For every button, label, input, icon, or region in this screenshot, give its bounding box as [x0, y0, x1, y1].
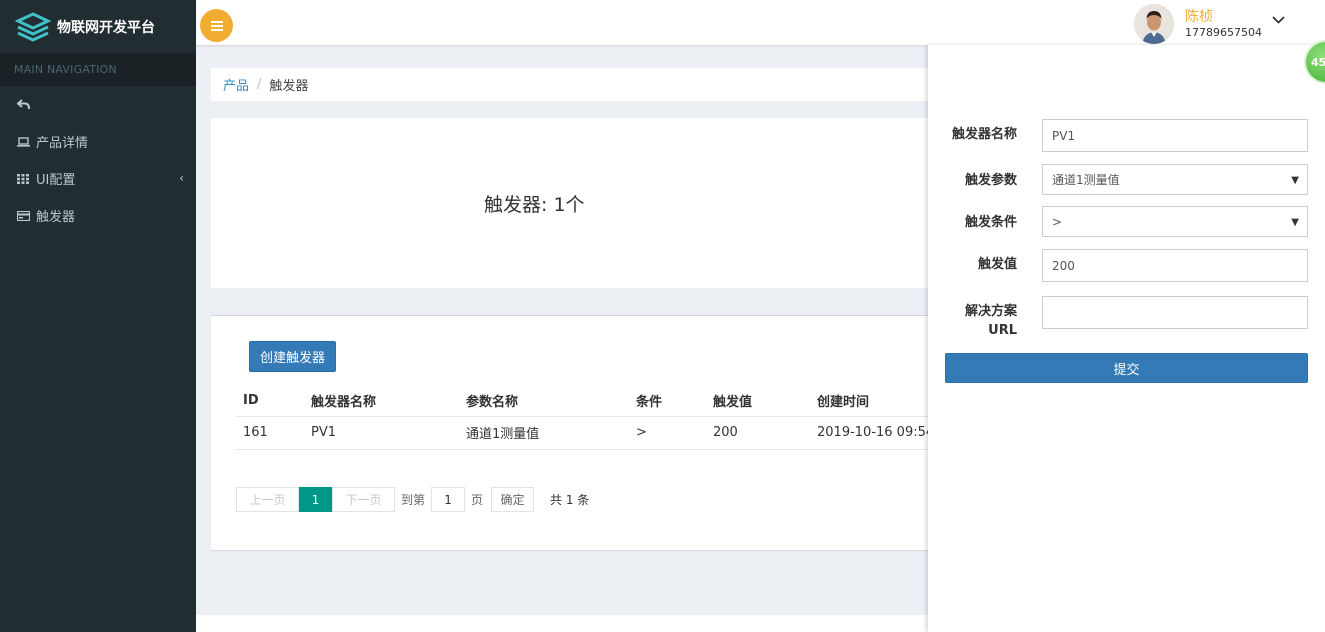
- cell-condition: >: [629, 416, 706, 450]
- cell-name: PV1: [304, 416, 459, 450]
- sidebar-item-label: UI配置: [36, 173, 76, 188]
- table-header-row: ID 触发器名称 参数名称 条件 触发值 创建时间: [236, 386, 941, 417]
- grid-icon: [16, 173, 30, 184]
- column-header: 参数名称: [459, 386, 629, 417]
- user-phone: 17789657504: [1185, 26, 1262, 39]
- next-page-button[interactable]: 下一页: [332, 487, 395, 512]
- footer: [196, 615, 928, 632]
- column-header: 触发值: [706, 386, 810, 417]
- layers-logo-icon: [15, 11, 51, 42]
- page-1-button[interactable]: 1: [299, 487, 332, 512]
- column-header: ID: [236, 386, 304, 417]
- solution-url-input[interactable]: [1042, 296, 1308, 329]
- trigger-count: 触发器: 1个: [484, 194, 585, 216]
- trigger-condition-label: 触发条件: [964, 215, 1017, 230]
- sidebar-item-label: 产品详情: [36, 136, 89, 151]
- breadcrumb-link-product[interactable]: 产品: [223, 75, 249, 94]
- trigger-name-input[interactable]: PV1: [1042, 119, 1308, 152]
- selected-value: >: [1052, 214, 1063, 229]
- user-name: 陈桢: [1185, 9, 1213, 25]
- solution-url-label-line1: 解决方案: [964, 304, 1017, 319]
- dropdown-caret-icon: ▼: [1291, 175, 1299, 186]
- prev-page-button[interactable]: 上一页: [236, 487, 299, 512]
- column-header: 条件: [629, 386, 706, 417]
- column-header: 触发器名称: [304, 386, 459, 417]
- sidebar: 物联网开发平台 MAIN NAVIGATION 产品详情 UI配置 ‹ 触发器: [0, 0, 196, 632]
- cell-id: 161: [236, 416, 304, 450]
- cell-created: 2019-10-16 09:54: [810, 416, 941, 450]
- card-icon: [16, 210, 30, 221]
- solution-url-label-line2: URL: [988, 323, 1017, 338]
- dropdown-caret-icon: ▼: [1291, 217, 1299, 228]
- submit-button[interactable]: 提交: [945, 353, 1308, 383]
- trigger-param-select[interactable]: 通道1测量值 ▼: [1042, 164, 1308, 195]
- sidebar-item-ui-config[interactable]: UI配置 ‹: [0, 160, 196, 197]
- trigger-list-panel: 创建触发器 ID 触发器名称 参数名称 条件 触发值 创建时间 161 PV1 …: [211, 315, 941, 550]
- cell-param: 通道1测量值: [459, 416, 629, 450]
- goto-suffix: 页: [471, 493, 484, 507]
- cell-value: 200: [706, 416, 810, 450]
- trigger-form-panel: 触发器名称 PV1 触发参数 通道1测量值 ▼ 触发条件 > ▼ 触发值 200…: [928, 45, 1325, 632]
- logo[interactable]: 物联网开发平台: [0, 0, 196, 53]
- trigger-count-panel: 触发器: 1个: [211, 118, 941, 288]
- chevron-down-icon[interactable]: [1272, 16, 1285, 24]
- trigger-value-input[interactable]: 200: [1042, 249, 1308, 282]
- column-header: 创建时间: [810, 386, 941, 417]
- trigger-value-label: 触发值: [977, 257, 1017, 272]
- sidebar-item-product-detail[interactable]: 产品详情: [0, 123, 196, 160]
- total-count: 共 1 条: [550, 493, 590, 507]
- create-trigger-button[interactable]: 创建触发器: [249, 341, 336, 372]
- hamburger-icon: [210, 20, 223, 31]
- breadcrumb-current: 触发器: [269, 79, 309, 94]
- table-row[interactable]: 161 PV1 通道1测量值 > 200 2019-10-16 09:54: [236, 416, 941, 450]
- goto-page-input[interactable]: 1: [431, 487, 466, 512]
- solution-url-label: 解决方案 URL: [937, 302, 1017, 340]
- selected-value: 通道1测量值: [1052, 173, 1120, 187]
- goto-confirm-button[interactable]: 确定: [491, 487, 535, 512]
- menu-toggle-button[interactable]: [200, 9, 233, 42]
- trigger-name-label: 触发器名称: [951, 127, 1017, 142]
- breadcrumb: 产品 / 触发器: [211, 68, 941, 101]
- laptop-icon: [16, 136, 30, 147]
- app-title: 物联网开发平台: [57, 19, 155, 36]
- goto-prefix: 到第: [401, 493, 426, 507]
- back-arrow-icon: [16, 99, 30, 110]
- avatar: [1134, 4, 1174, 44]
- sidebar-item-back[interactable]: [0, 86, 196, 123]
- trigger-table: ID 触发器名称 参数名称 条件 触发值 创建时间 161 PV1 通道1测量值…: [236, 386, 941, 450]
- user-info: 陈桢 17789657504: [1185, 8, 1262, 40]
- sidebar-item-label: 触发器: [36, 210, 76, 225]
- trigger-condition-select[interactable]: > ▼: [1042, 206, 1308, 237]
- trigger-param-label: 触发参数: [964, 173, 1017, 188]
- pagination: 上一页 1 下一页 到第 1 页 确定 共 1 条: [236, 487, 589, 512]
- sidebar-item-triggers[interactable]: 触发器: [0, 197, 196, 234]
- breadcrumb-separator: /: [257, 77, 262, 92]
- chevron-left-icon: ‹: [179, 171, 184, 185]
- top-bar: 陈桢 17789657504: [196, 0, 1325, 45]
- nav-header: MAIN NAVIGATION: [0, 53, 196, 86]
- user-menu[interactable]: 陈桢 17789657504: [1134, 3, 1294, 45]
